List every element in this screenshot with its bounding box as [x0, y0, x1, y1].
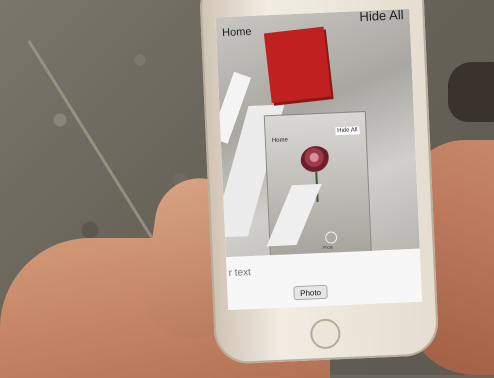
- phone: Home Hide All Home Hide All Photo Photo: [198, 0, 440, 365]
- inner-photo-label: Photo: [322, 244, 334, 250]
- text-input[interactable]: [226, 258, 381, 282]
- bottom-bar: Photo: [225, 248, 423, 311]
- red-square-object[interactable]: [263, 26, 332, 104]
- home-button[interactable]: Home: [222, 26, 252, 39]
- photo-scene: Home Hide All Home Hide All Photo Photo: [0, 0, 494, 378]
- inner-white-slab: [266, 183, 322, 247]
- inner-preview-panel: Home Hide All Photo: [263, 110, 372, 260]
- inner-home-label: Home: [271, 137, 289, 145]
- shoe: [448, 62, 494, 122]
- inner-shutter-icon: [324, 231, 338, 244]
- hide-all-button[interactable]: Hide All: [359, 9, 404, 24]
- inner-hide-all-label: Hide All: [335, 126, 360, 136]
- ar-camera-view: Home Hide All Home Hide All Photo: [215, 8, 420, 260]
- photo-button[interactable]: Photo: [293, 284, 328, 301]
- phone-home-button[interactable]: [309, 318, 342, 350]
- rose-icon: [300, 145, 332, 175]
- phone-screen: Home Hide All Home Hide All Photo Photo: [215, 8, 423, 311]
